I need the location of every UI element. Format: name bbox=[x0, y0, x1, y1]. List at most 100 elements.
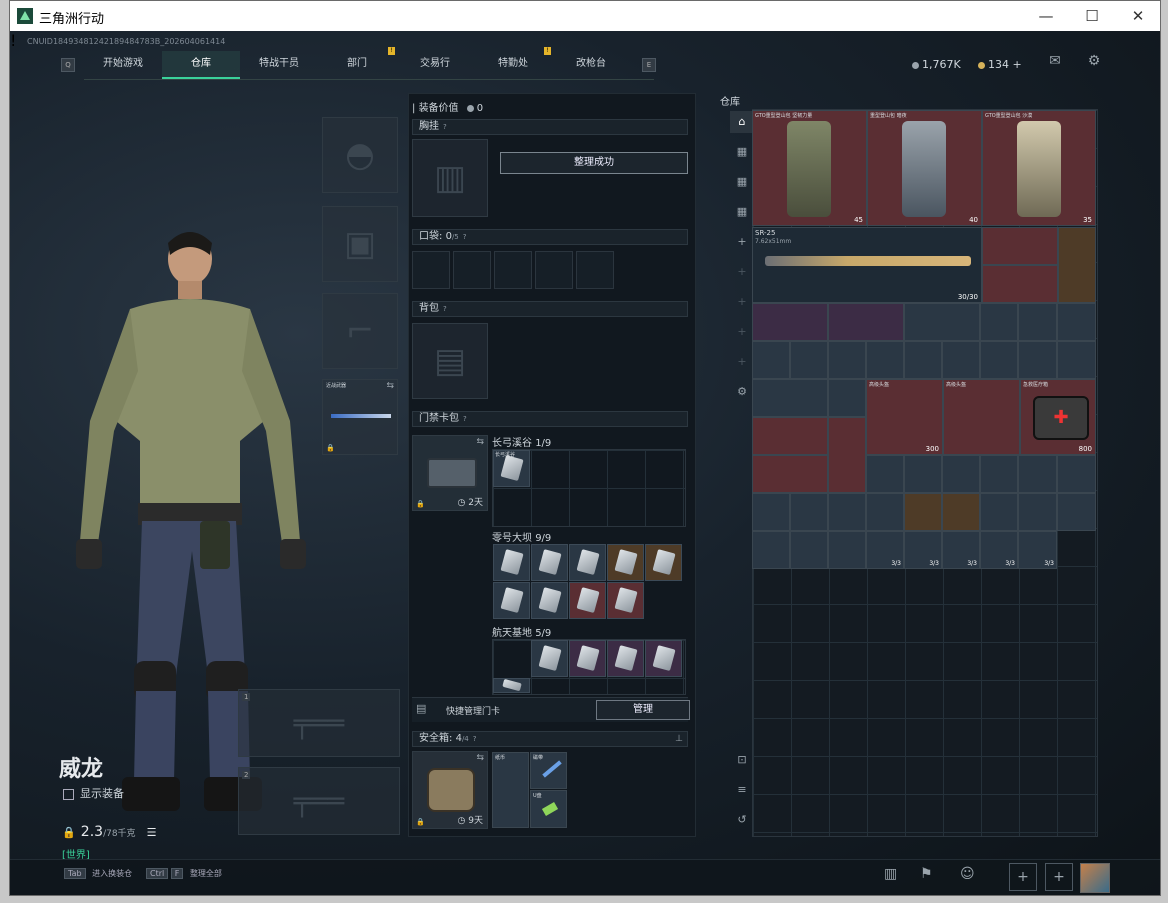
pocket-help-icon[interactable]: ? bbox=[463, 230, 467, 244]
safebox-swap-icon[interactable]: ⇆ bbox=[476, 753, 484, 763]
pistol-slot[interactable]: ⌐ bbox=[322, 293, 398, 369]
warehouse-item-helmet[interactable]: 高级头盔 300 bbox=[866, 379, 943, 455]
warehouse-item[interactable] bbox=[752, 531, 790, 569]
pocket-slot[interactable] bbox=[453, 251, 491, 289]
warehouse-item-backpack[interactable]: GTO重型登山包 沙漠 35 bbox=[982, 110, 1096, 226]
key-card[interactable] bbox=[645, 544, 682, 581]
backpack-help-icon[interactable]: ? bbox=[443, 302, 447, 316]
warehouse-item-syringe[interactable] bbox=[942, 455, 980, 493]
warehouse-tab-all[interactable]: ⌂ bbox=[730, 111, 754, 133]
warehouse-item[interactable] bbox=[866, 341, 904, 379]
safebox-item-tape[interactable]: 磁带 bbox=[530, 752, 567, 789]
warehouse-tab-2[interactable]: ▦ bbox=[730, 171, 754, 193]
helmet-slot[interactable]: ◓ bbox=[322, 117, 398, 193]
secondary-weapon-slot[interactable]: 2 ╤══ bbox=[238, 767, 400, 835]
warehouse-item-syringe[interactable] bbox=[980, 455, 1018, 493]
warehouse-item[interactable] bbox=[942, 341, 980, 379]
invite-slot-2[interactable]: + bbox=[1045, 863, 1073, 891]
warehouse-item[interactable] bbox=[790, 341, 828, 379]
warehouse-item-medkit[interactable]: 急救医疗箱 ✚ 800 bbox=[1020, 379, 1096, 455]
flag-icon[interactable]: ⚑ bbox=[920, 866, 933, 882]
armor-slot[interactable]: ▣ bbox=[322, 206, 398, 282]
key-card[interactable] bbox=[569, 582, 606, 619]
warehouse-item[interactable] bbox=[790, 531, 828, 569]
stats-icon[interactable]: ▥ bbox=[884, 866, 897, 882]
maximize-button[interactable]: ☐ bbox=[1070, 4, 1114, 28]
warehouse-item-doc[interactable] bbox=[1058, 227, 1096, 303]
tab-department[interactable]: 部门 bbox=[318, 51, 396, 77]
tab-trading[interactable]: 交易行 bbox=[396, 51, 474, 77]
key-card[interactable] bbox=[531, 544, 568, 581]
keycase-help-icon[interactable]: ? bbox=[463, 412, 467, 426]
sort-all-hint[interactable]: Ctrl F 整理全部 bbox=[146, 868, 222, 879]
safebox-item-usb[interactable]: U盘 bbox=[530, 790, 567, 828]
key-card[interactable] bbox=[531, 582, 568, 619]
warehouse-item-syringe[interactable] bbox=[1057, 455, 1096, 493]
keycase-slot[interactable]: ⇆ 🔒 ◷ 2天 bbox=[412, 435, 488, 511]
chest-help-icon[interactable]: ? bbox=[443, 120, 447, 134]
invite-slot-1[interactable]: + bbox=[1009, 863, 1037, 891]
add-tab-icon[interactable]: + bbox=[730, 231, 754, 253]
mail-icon[interactable]: ✉ bbox=[1046, 53, 1064, 69]
key-card[interactable] bbox=[493, 678, 530, 693]
keycase-swap-icon[interactable]: ⇆ bbox=[476, 437, 484, 447]
tab-start-game[interactable]: 开始游戏 bbox=[84, 51, 162, 77]
settings-gear-icon[interactable]: ⚙ bbox=[1085, 53, 1103, 69]
tab-special-ops[interactable]: 特勤处 bbox=[474, 51, 552, 77]
warehouse-item-redpacket[interactable]: 3/3 bbox=[942, 531, 980, 569]
warehouse-item-backpack[interactable]: 重型登山包 暗夜 40 bbox=[867, 110, 982, 226]
warehouse-item[interactable] bbox=[904, 493, 942, 531]
melee-slot[interactable]: 近战武器 ⇆ 🔒 bbox=[322, 379, 398, 455]
safebox-item-cash[interactable]: 纸币 bbox=[492, 752, 529, 828]
player-avatar[interactable] bbox=[1080, 863, 1110, 893]
key-card[interactable] bbox=[607, 582, 644, 619]
warehouse-tab-1[interactable]: ▦ bbox=[730, 141, 754, 163]
warehouse-item[interactable] bbox=[904, 341, 942, 379]
backpack-slot[interactable]: ▤ bbox=[412, 323, 488, 399]
tab-warehouse[interactable]: 仓库 bbox=[162, 51, 240, 79]
warehouse-item[interactable] bbox=[1018, 493, 1057, 531]
warehouse-item[interactable] bbox=[752, 341, 790, 379]
warehouse-item[interactable] bbox=[828, 303, 904, 341]
key-card[interactable] bbox=[531, 640, 568, 677]
warehouse-item-rifle[interactable]: SR-25 7.62x51mm 30/30 bbox=[752, 227, 982, 303]
warehouse-item[interactable] bbox=[1057, 341, 1096, 379]
warehouse-item-syringe[interactable] bbox=[790, 493, 828, 531]
warehouse-item-syringe[interactable] bbox=[904, 455, 942, 493]
manage-button[interactable]: 管理 bbox=[596, 700, 690, 720]
add-tab-icon[interactable]: + bbox=[730, 321, 754, 343]
pocket-slot[interactable] bbox=[412, 251, 450, 289]
warehouse-item[interactable] bbox=[980, 303, 1018, 341]
warehouse-item-syringe[interactable] bbox=[752, 493, 790, 531]
warehouse-item[interactable] bbox=[828, 417, 866, 493]
key-card[interactable]: 长弓溪谷 bbox=[493, 450, 530, 487]
warehouse-tab-3[interactable]: ▦ bbox=[730, 201, 754, 223]
warehouse-item-backpack[interactable]: GTO重型登山包 坚韧力量 45 bbox=[752, 110, 867, 226]
tab-key-hint[interactable]: Tab 进入换装仓 bbox=[64, 868, 132, 879]
warehouse-item[interactable] bbox=[980, 341, 1018, 379]
warehouse-item-gpu[interactable] bbox=[982, 265, 1058, 303]
swap-icon[interactable]: ⇆ bbox=[386, 381, 394, 391]
warehouse-item[interactable] bbox=[752, 455, 828, 493]
warehouse-item[interactable] bbox=[980, 493, 1018, 531]
layers-icon[interactable]: ≡ bbox=[730, 779, 754, 801]
minimize-button[interactable]: — bbox=[1024, 4, 1068, 28]
safebox-slot[interactable]: ⇆ 🔒 ◷ 9天 bbox=[412, 751, 488, 829]
warehouse-item-syringe[interactable] bbox=[1018, 455, 1057, 493]
key-card[interactable] bbox=[493, 544, 530, 581]
key-card[interactable] bbox=[607, 544, 644, 581]
warehouse-item-helmet[interactable]: 高级头盔 bbox=[943, 379, 1020, 455]
warehouse-item[interactable] bbox=[828, 341, 866, 379]
warehouse-item-redpacket[interactable]: 3/3 bbox=[866, 531, 904, 569]
tab-operators[interactable]: 特战干员 bbox=[240, 51, 318, 77]
currency-bonds[interactable]: 134 + bbox=[978, 58, 1022, 71]
warehouse-item[interactable] bbox=[1018, 341, 1057, 379]
warehouse-item[interactable] bbox=[752, 303, 828, 341]
warehouse-item-gpu[interactable] bbox=[982, 227, 1058, 265]
warehouse-item[interactable] bbox=[1057, 303, 1096, 341]
key-card[interactable] bbox=[607, 640, 644, 677]
warehouse-item[interactable] bbox=[828, 379, 866, 417]
pocket-slot[interactable] bbox=[535, 251, 573, 289]
trash-icon[interactable]: ⊡ bbox=[730, 749, 754, 771]
key-card[interactable] bbox=[493, 582, 530, 619]
